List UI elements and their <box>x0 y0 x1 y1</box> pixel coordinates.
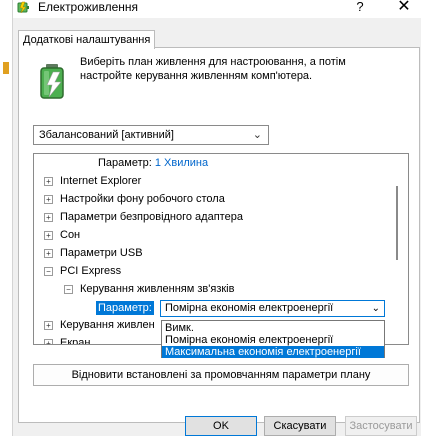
option-maximum-savings[interactable]: Максимальна економія електроенергії <box>162 346 384 358</box>
power-options-app-icon <box>17 1 29 14</box>
help-icon[interactable]: ? <box>352 0 368 15</box>
tree-item-label: Екран <box>60 337 91 345</box>
link-state-select[interactable]: Помірна економія електроенергії ⌄ <box>160 300 385 317</box>
tree-item-label: Сон <box>60 229 81 241</box>
battery-power-icon <box>40 64 64 99</box>
expand-icon[interactable]: + <box>44 213 53 222</box>
expand-icon[interactable]: + <box>44 195 53 204</box>
expand-icon[interactable]: + <box>44 339 53 344</box>
tree-param-row: Параметр: 1 Хвилина <box>98 154 208 172</box>
link-state-options-list: Вимк. Помірна економія електроенергії Ма… <box>161 320 385 358</box>
expand-icon[interactable]: + <box>44 231 53 240</box>
tree-item-label: Internet Explorer <box>60 175 142 187</box>
tree-item-label: Настройки фону робочого стола <box>60 193 225 205</box>
close-icon[interactable]: ✕ <box>395 0 413 16</box>
expand-icon[interactable]: + <box>44 249 53 258</box>
tab-advanced-settings[interactable]: Додаткові налаштування <box>18 30 156 49</box>
option-moderate-savings[interactable]: Помірна економія електроенергії <box>162 334 384 346</box>
option-off[interactable]: Вимк. <box>162 322 384 334</box>
tree-item-label: Керування живленням зв'язків <box>80 283 235 295</box>
tree-item-label: Параметри USB <box>60 247 143 259</box>
restore-defaults-button[interactable]: Відновити встановлені за промовчанням па… <box>33 364 409 386</box>
power-plan-value: Збалансований [активний] <box>39 129 174 141</box>
apply-button[interactable]: Застосувати <box>345 416 417 436</box>
link-state-param-label: Параметр: <box>96 301 154 315</box>
link-state-select-value: Помірна економія електроенергії <box>165 302 334 314</box>
collapse-icon[interactable]: − <box>64 285 73 294</box>
cancel-button[interactable]: Скасувати <box>264 416 336 436</box>
intro-text: Виберіть план живлення для настроювання,… <box>80 56 346 82</box>
expand-icon[interactable]: + <box>44 321 53 330</box>
ok-button[interactable]: OK <box>185 416 257 436</box>
expand-icon[interactable]: + <box>44 177 53 186</box>
chevron-down-icon: ⌄ <box>371 303 380 314</box>
window-title: Електроживлення <box>38 0 139 14</box>
tree-item-label: PCI Express <box>60 265 122 277</box>
tree-scrollbar-thumb[interactable] <box>396 186 398 260</box>
chevron-down-icon: ⌄ <box>252 129 262 141</box>
tree-item-label: Керування живлен <box>60 319 155 331</box>
tree-param-value[interactable]: 1 Хвилина <box>155 157 208 169</box>
collapse-icon[interactable]: − <box>44 267 53 276</box>
tree-param-label: Параметр: <box>98 157 152 169</box>
background-window-marker <box>3 62 9 74</box>
power-plan-select[interactable]: Збалансований [активний] ⌄ <box>33 125 269 145</box>
tree-item-label: Параметри безпровідного адаптера <box>60 211 243 223</box>
